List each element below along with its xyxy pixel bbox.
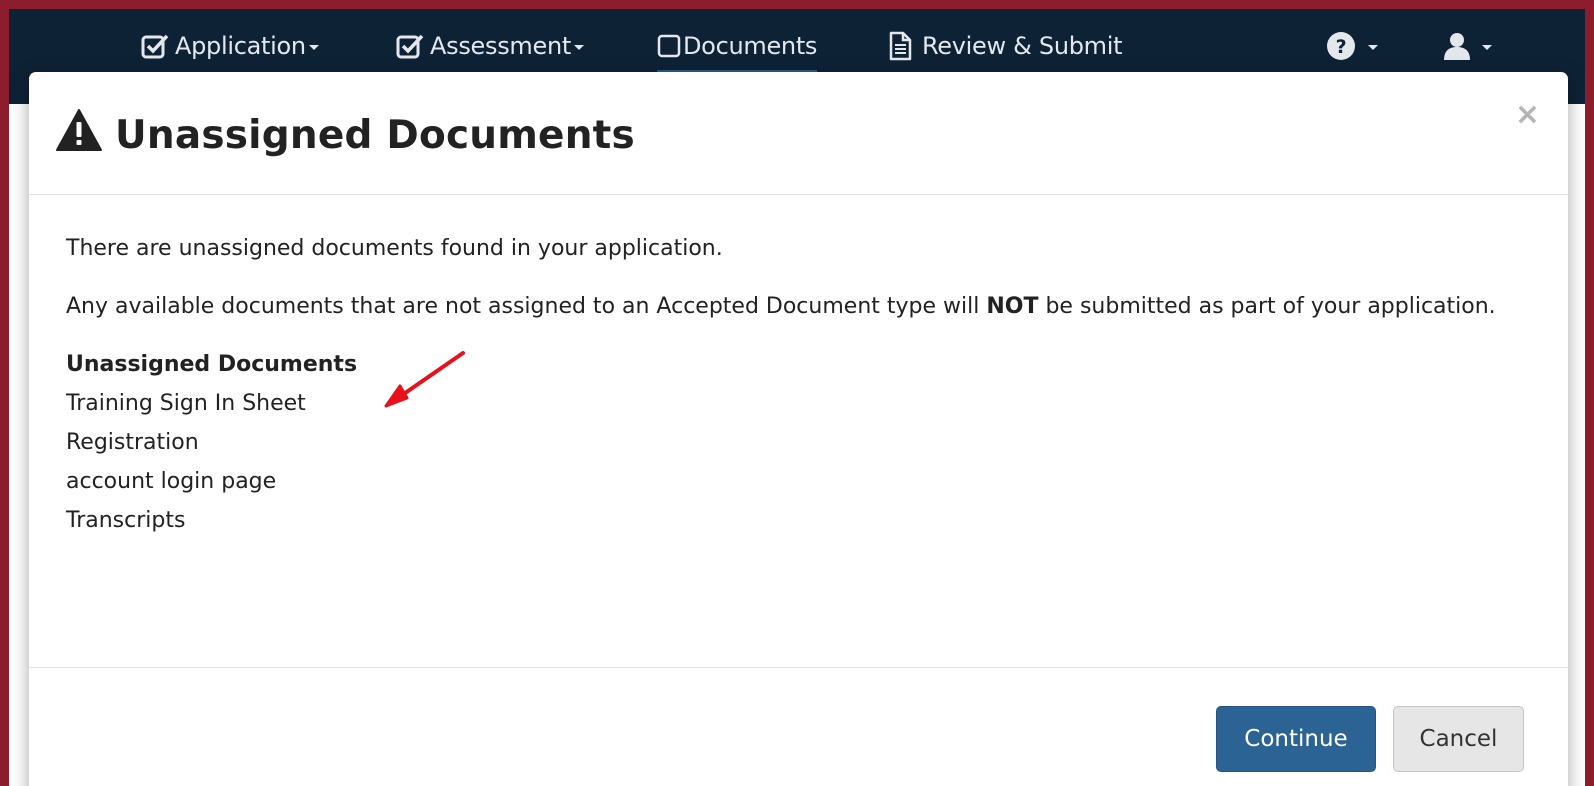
help-menu[interactable]: ? [1326, 29, 1378, 63]
modal-body: There are unassigned documents found in … [66, 229, 1538, 540]
nav-assessment[interactable]: Assessment [396, 29, 584, 63]
nav-application-label: Application [175, 32, 306, 60]
warning-text-emphasis: NOT [986, 294, 1039, 319]
square-icon [657, 33, 681, 59]
chevron-down-icon [1482, 45, 1492, 50]
cancel-button[interactable]: Cancel [1393, 706, 1524, 772]
document-list-item: account login page [66, 469, 277, 494]
user-icon [1442, 31, 1472, 61]
warning-text-prefix: Any available documents that are not ass… [66, 294, 987, 319]
warning-text: Any available documents that are not ass… [66, 287, 1538, 326]
nav-documents[interactable]: Documents [657, 29, 818, 73]
nav-review-submit-label: Review & Submit [922, 32, 1123, 60]
chevron-down-icon [573, 45, 584, 50]
warning-text-suffix: be submitted as part of your application… [1038, 294, 1496, 319]
file-text-icon [888, 31, 912, 61]
chevron-down-icon [1368, 45, 1378, 50]
nav-documents-label: Documents [683, 32, 818, 60]
document-list-title: Unassigned Documents [66, 352, 358, 377]
unassigned-documents-modal: Unassigned Documents × There are unassig… [29, 72, 1568, 786]
modal-title: Unassigned Documents [55, 108, 635, 162]
warning-icon [55, 108, 103, 162]
continue-button[interactable]: Continue [1216, 706, 1376, 772]
modal-header: Unassigned Documents × [29, 72, 1568, 195]
close-button[interactable]: × [1515, 100, 1540, 130]
nav-assessment-label: Assessment [430, 32, 571, 60]
svg-text:?: ? [1336, 36, 1347, 58]
modal-footer-divider [29, 667, 1568, 668]
question-circle-icon: ? [1326, 31, 1356, 61]
modal-title-text: Unassigned Documents [115, 112, 635, 158]
document-list-item: Transcripts [66, 508, 186, 533]
check-square-icon [141, 33, 169, 59]
chevron-down-icon [308, 45, 319, 50]
nav-review-submit[interactable]: Review & Submit [888, 29, 1123, 63]
user-menu[interactable] [1442, 29, 1492, 63]
document-list-item: Training Sign In Sheet [66, 391, 306, 416]
check-square-icon [396, 33, 424, 59]
intro-text: There are unassigned documents found in … [66, 236, 723, 261]
document-list-item: Registration [66, 430, 199, 455]
nav-application[interactable]: Application [141, 29, 319, 63]
app-frame: Application Assessment Documents Review … [0, 0, 1594, 786]
